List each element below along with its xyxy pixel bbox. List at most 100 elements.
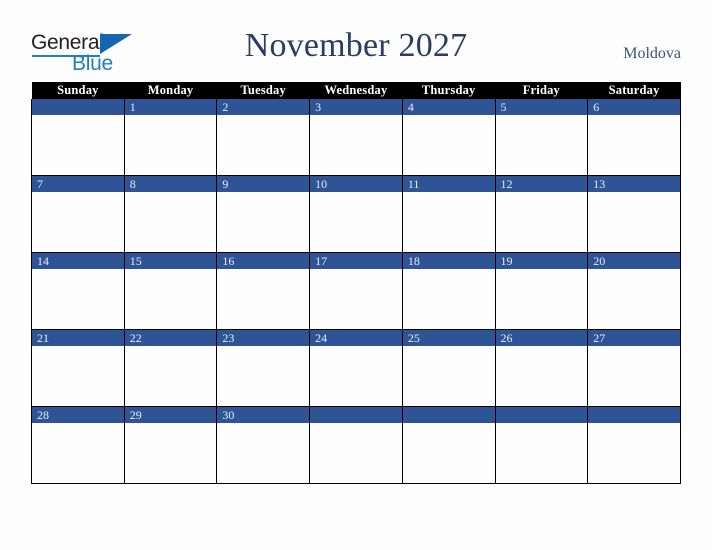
day-cell[interactable]: 4: [401, 99, 496, 176]
weekday-header-saturday: Saturday: [587, 82, 681, 99]
day-note-area[interactable]: [217, 192, 310, 252]
day-note-area[interactable]: [402, 269, 495, 329]
calendar-body: 1 2 3 4 5 6 7 8 9 10 11 12 13 14 15 16 1…: [31, 99, 681, 484]
day-cell[interactable]: 25: [401, 329, 496, 407]
day-cell[interactable]: 11: [401, 175, 496, 253]
day-number: 26: [495, 330, 588, 346]
day-note-area[interactable]: [124, 192, 217, 252]
day-cell[interactable]: 30: [216, 406, 311, 484]
day-number: 16: [217, 253, 310, 269]
day-cell[interactable]: 5: [494, 99, 589, 176]
day-note-area[interactable]: [124, 346, 217, 406]
day-note-area[interactable]: [124, 115, 217, 175]
day-cell[interactable]: 10: [309, 175, 403, 253]
day-cell[interactable]: 24: [309, 329, 403, 407]
day-note-area[interactable]: [217, 115, 310, 175]
day-cell[interactable]: [401, 406, 496, 484]
day-cell[interactable]: 3: [309, 99, 403, 176]
day-number: 4: [402, 99, 495, 115]
day-cell[interactable]: 7: [31, 175, 125, 253]
day-note-area[interactable]: [310, 192, 402, 252]
day-cell[interactable]: 8: [123, 175, 218, 253]
day-cell[interactable]: [587, 406, 681, 484]
day-cell[interactable]: 21: [31, 329, 125, 407]
day-cell[interactable]: 15: [123, 252, 218, 330]
day-cell[interactable]: 6: [587, 99, 681, 176]
day-number: 14: [32, 253, 124, 269]
day-note-area[interactable]: [310, 423, 402, 483]
day-number: 9: [217, 176, 310, 192]
day-note-area[interactable]: [310, 115, 402, 175]
day-number: 29: [124, 407, 217, 423]
calendar-week-row: 14 15 16 17 18 19 20: [31, 252, 681, 330]
day-note-area[interactable]: [32, 115, 124, 175]
day-note-area[interactable]: [495, 346, 588, 406]
day-note-area[interactable]: [402, 115, 495, 175]
day-number: 24: [310, 330, 402, 346]
day-cell[interactable]: 27: [587, 329, 681, 407]
day-note-area[interactable]: [310, 346, 402, 406]
day-note-area[interactable]: [217, 346, 310, 406]
day-number: 10: [310, 176, 402, 192]
day-note-area[interactable]: [495, 115, 588, 175]
day-cell[interactable]: 14: [31, 252, 125, 330]
day-note-area[interactable]: [402, 346, 495, 406]
day-number: 11: [402, 176, 495, 192]
day-cell[interactable]: [309, 406, 403, 484]
day-note-area[interactable]: [402, 423, 495, 483]
day-number: 22: [124, 330, 217, 346]
day-note-area[interactable]: [495, 423, 588, 483]
weekday-header-sunday: Sunday: [31, 82, 125, 99]
day-cell[interactable]: 2: [216, 99, 311, 176]
day-note-area[interactable]: [588, 192, 680, 252]
day-cell[interactable]: 12: [494, 175, 589, 253]
day-cell[interactable]: 16: [216, 252, 311, 330]
day-cell[interactable]: 17: [309, 252, 403, 330]
day-cell[interactable]: 23: [216, 329, 311, 407]
day-note-area[interactable]: [217, 423, 310, 483]
day-cell[interactable]: 19: [494, 252, 589, 330]
day-cell[interactable]: 18: [401, 252, 496, 330]
day-note-area[interactable]: [402, 192, 495, 252]
day-number: [588, 407, 680, 423]
day-note-area[interactable]: [32, 423, 124, 483]
day-note-area[interactable]: [310, 269, 402, 329]
day-note-area[interactable]: [588, 115, 680, 175]
day-cell[interactable]: [31, 99, 125, 176]
day-note-area[interactable]: [124, 269, 217, 329]
day-note-area[interactable]: [495, 192, 588, 252]
day-cell[interactable]: [494, 406, 589, 484]
day-cell[interactable]: 13: [587, 175, 681, 253]
day-note-area[interactable]: [32, 346, 124, 406]
page-title: November 2027: [244, 27, 468, 64]
day-note-area[interactable]: [588, 423, 680, 483]
day-note-area[interactable]: [495, 269, 588, 329]
day-cell[interactable]: 26: [494, 329, 589, 407]
day-note-area[interactable]: [32, 192, 124, 252]
day-note-area[interactable]: [588, 269, 680, 329]
day-cell[interactable]: 29: [123, 406, 218, 484]
day-number: [402, 407, 495, 423]
day-cell[interactable]: 9: [216, 175, 311, 253]
day-number: 20: [588, 253, 680, 269]
day-number: 7: [32, 176, 124, 192]
day-note-area[interactable]: [124, 423, 217, 483]
day-cell[interactable]: 20: [587, 252, 681, 330]
day-note-area[interactable]: [217, 269, 310, 329]
day-number: 6: [588, 99, 680, 115]
calendar-page: General Blue November 2027 Moldova Sunda…: [0, 0, 712, 550]
day-cell[interactable]: 28: [31, 406, 125, 484]
day-number: 27: [588, 330, 680, 346]
calendar-week-row: 28 29 30: [31, 406, 681, 484]
day-note-area[interactable]: [588, 346, 680, 406]
day-number: 21: [32, 330, 124, 346]
day-number: 5: [495, 99, 588, 115]
calendar-table: Sunday Monday Tuesday Wednesday Thursday…: [31, 82, 681, 484]
day-number: 8: [124, 176, 217, 192]
day-note-area[interactable]: [32, 269, 124, 329]
day-cell[interactable]: 22: [123, 329, 218, 407]
page-header: General Blue November 2027 Moldova: [0, 0, 712, 80]
day-cell[interactable]: 1: [123, 99, 218, 176]
day-number: 28: [32, 407, 124, 423]
calendar-week-row: 21 22 23 24 25 26 27: [31, 329, 681, 407]
